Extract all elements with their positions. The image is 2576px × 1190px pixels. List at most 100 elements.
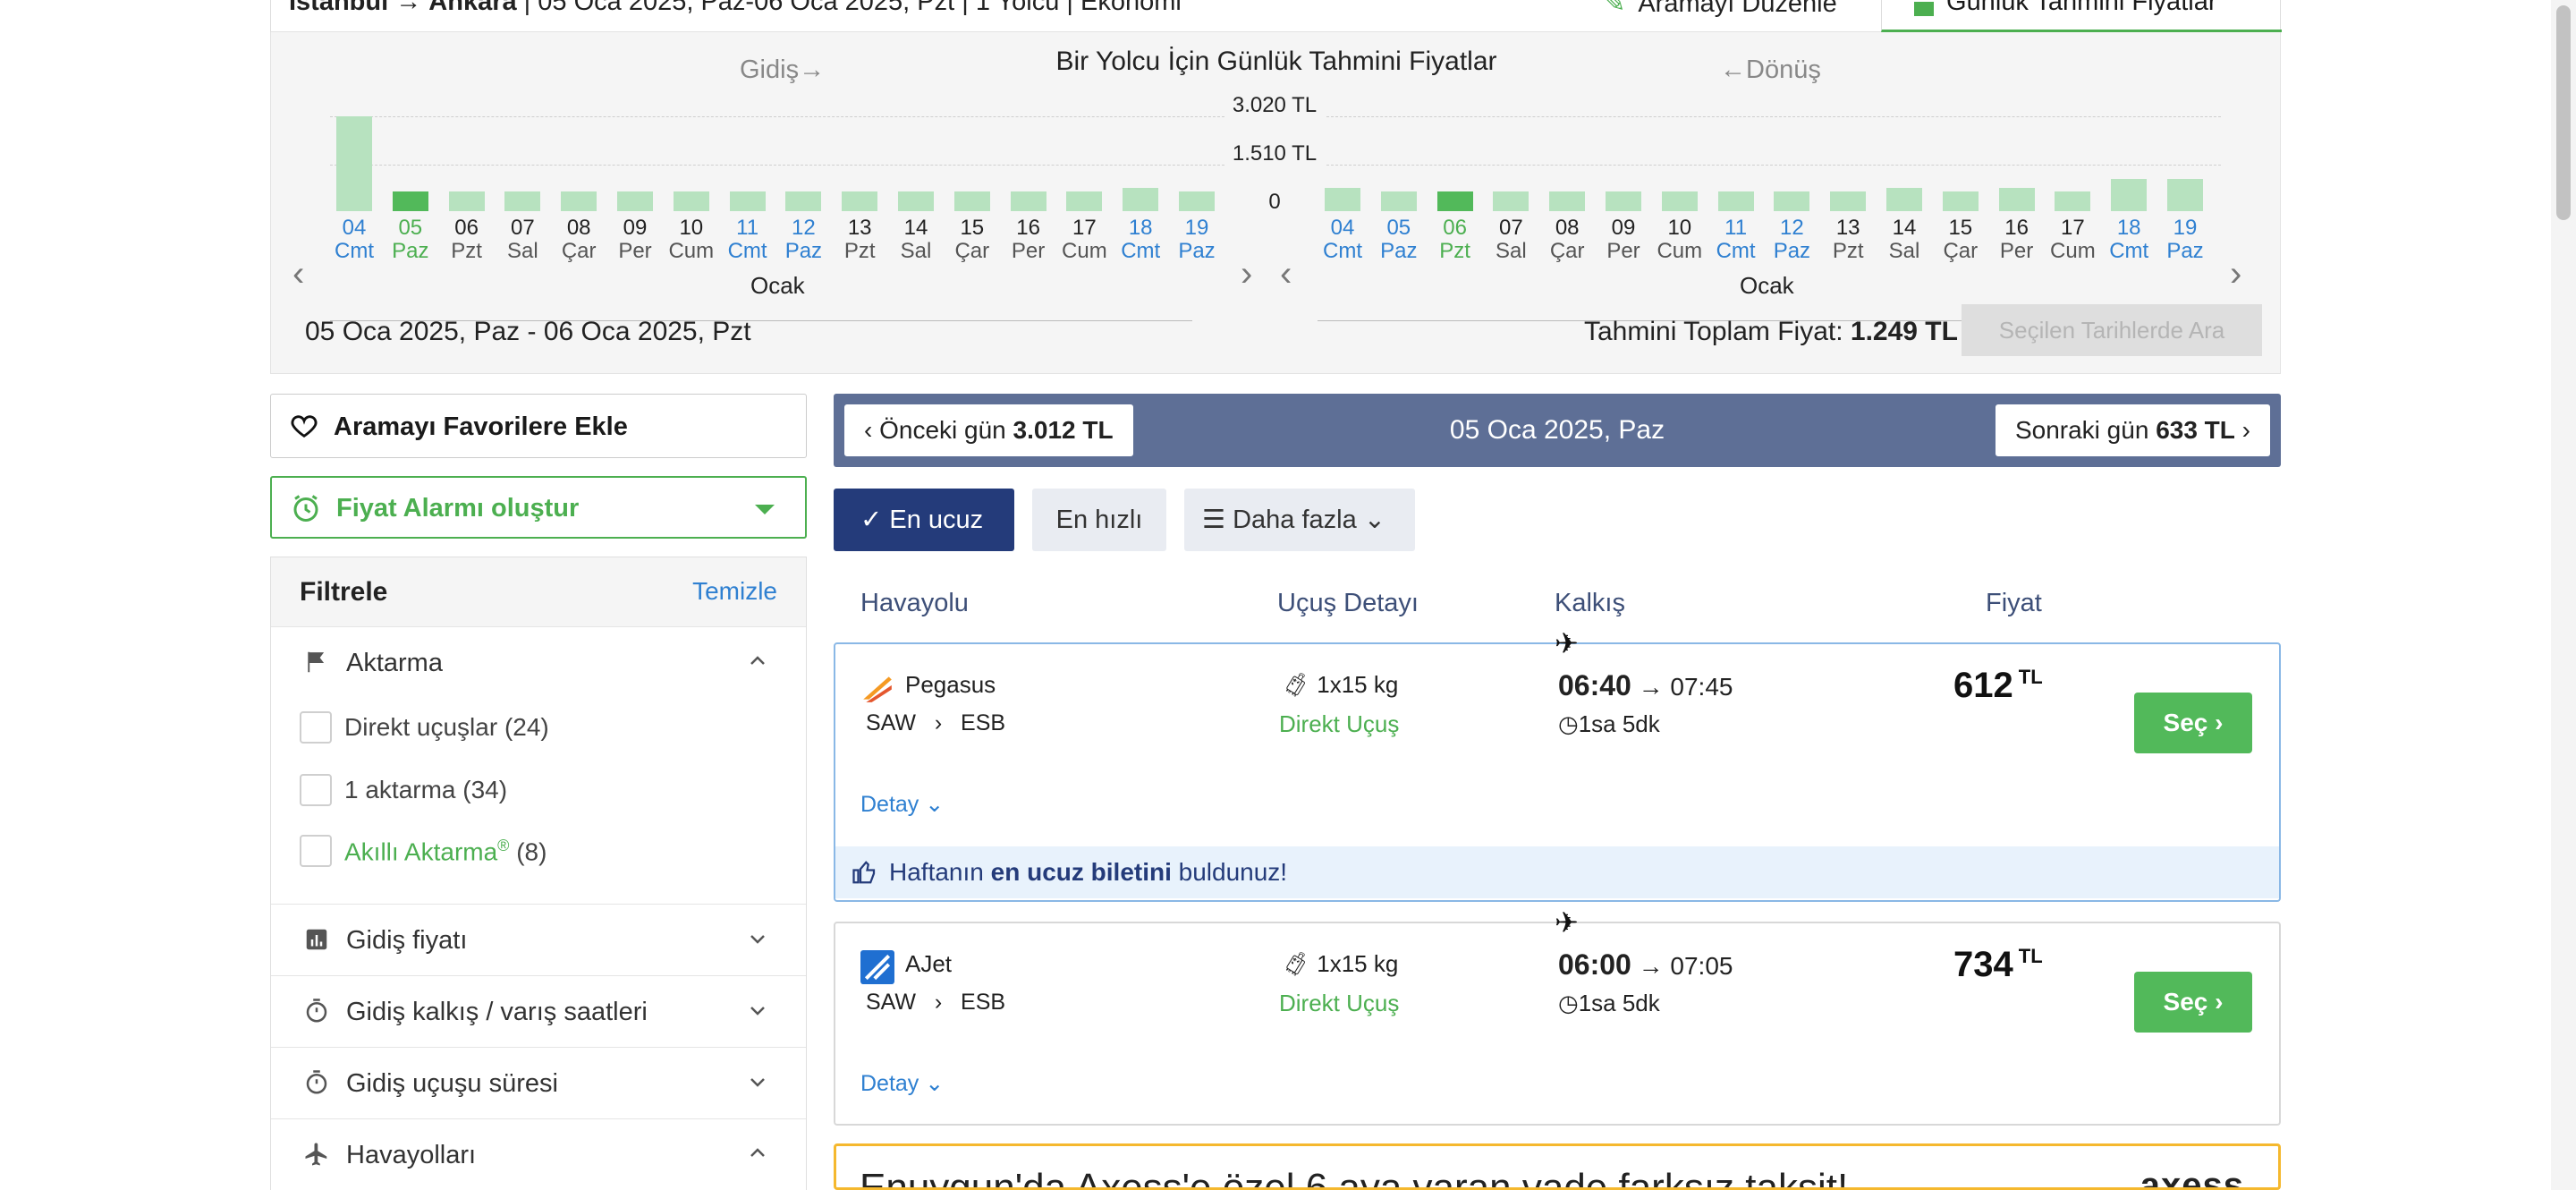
- direct-flights-checkbox[interactable]: [300, 711, 332, 744]
- outbound-day-label[interactable]: 06 Pzt: [439, 217, 495, 263]
- outbound-day-label[interactable]: 18 Cmt: [1113, 217, 1168, 263]
- column-header-detail: Uçuş Detayı: [1277, 589, 1419, 617]
- return-price-bar[interactable]: [1774, 191, 1810, 211]
- return-price-bar[interactable]: [2055, 191, 2091, 211]
- outbound-day-label[interactable]: 08 Çar: [551, 217, 606, 263]
- return-day-label[interactable]: 13 Pzt: [1820, 217, 1876, 263]
- outbound-next-arrow[interactable]: ›: [1241, 254, 1252, 294]
- return-day-label[interactable]: 11 Cmt: [1708, 217, 1764, 263]
- outbound-day-label[interactable]: 16 Per: [1001, 217, 1056, 263]
- select-flight-button[interactable]: Seç ›: [2134, 972, 2252, 1033]
- flight-price: 734 TL: [1953, 945, 2043, 984]
- return-price-bar[interactable]: [2167, 179, 2203, 211]
- gridline: [1326, 116, 2221, 117]
- flight-price: 612 TL: [1953, 666, 2043, 705]
- return-day-label[interactable]: 06 Pzt: [1428, 217, 1483, 263]
- outbound-price-bar[interactable]: [842, 191, 878, 211]
- one-stop-checkbox[interactable]: [300, 774, 332, 806]
- outbound-price-bar[interactable]: [1010, 191, 1046, 211]
- outbound-day-label[interactable]: 04 Cmt: [326, 217, 382, 263]
- return-day-label[interactable]: 14 Sal: [1877, 217, 1932, 263]
- outbound-price-bar[interactable]: [561, 191, 597, 211]
- next-day-button[interactable]: Sonraki gün 633 TL ›: [1995, 404, 2270, 456]
- outbound-day-label[interactable]: 13 Pzt: [832, 217, 887, 263]
- outbound-price-bar[interactable]: [617, 191, 653, 211]
- page-scrollbar-thumb[interactable]: [2556, 5, 2571, 220]
- sort-more-dropdown[interactable]: ☰ Daha fazla ⌄: [1184, 489, 1415, 551]
- return-price-bar[interactable]: [1493, 191, 1530, 211]
- clear-filters-link[interactable]: Temizle: [692, 577, 777, 606]
- filter-section-times[interactable]: Gidiş kalkış / varış saatleri: [271, 976, 806, 1048]
- outbound-price-bar[interactable]: [1066, 191, 1103, 211]
- outbound-day-label[interactable]: 15 Çar: [945, 217, 1000, 263]
- search-selected-dates-button[interactable]: Seçilen Tarihlerde Ara: [1962, 304, 2262, 356]
- outbound-prev-arrow[interactable]: ‹: [292, 254, 304, 294]
- outbound-price-bar[interactable]: [504, 191, 541, 211]
- return-day-label[interactable]: 18 Cmt: [2101, 217, 2157, 263]
- daily-price-tab[interactable]: Günlük Tahmini Fiyatlar: [1881, 0, 2282, 32]
- price-alarm-button[interactable]: Fiyat Alarmı oluştur: [270, 476, 807, 539]
- return-price-bar[interactable]: [1436, 191, 1473, 211]
- outbound-price-bar[interactable]: [336, 116, 372, 211]
- return-day-label[interactable]: 16 Per: [1989, 217, 2045, 263]
- select-flight-button[interactable]: Seç ›: [2134, 693, 2252, 753]
- outbound-day-label[interactable]: 05 Paz: [383, 217, 438, 263]
- return-day-label[interactable]: 10 Cum: [1652, 217, 1707, 263]
- outbound-price-bar[interactable]: [392, 191, 428, 211]
- sort-cheapest-button[interactable]: ✓ En ucuz: [834, 489, 1014, 551]
- return-price-bar[interactable]: [1998, 188, 2035, 211]
- outbound-price-bar[interactable]: [1123, 188, 1159, 211]
- return-price-bar[interactable]: [1717, 191, 1754, 211]
- outbound-price-bar[interactable]: [898, 191, 934, 211]
- ad-banner[interactable]: Enuygun'da Axess'e özel 6 aya varan vade…: [834, 1143, 2281, 1190]
- return-day-label[interactable]: 19 Paz: [2157, 217, 2213, 263]
- return-price-bar[interactable]: [1661, 191, 1698, 211]
- outbound-day-label[interactable]: 12 Paz: [775, 217, 831, 263]
- flight-detail-link[interactable]: Detay ⌄: [860, 791, 944, 818]
- outbound-day-label[interactable]: 07 Sal: [495, 217, 550, 263]
- return-day-label[interactable]: 15 Çar: [1933, 217, 1988, 263]
- return-price-bar[interactable]: [1606, 191, 1641, 211]
- outbound-day-label[interactable]: 09 Per: [607, 217, 663, 263]
- return-price-bar[interactable]: [1942, 191, 1979, 211]
- return-price-bar[interactable]: [1549, 191, 1586, 211]
- outbound-day-label[interactable]: 14 Sal: [888, 217, 944, 263]
- return-day-label[interactable]: 17 Cum: [2045, 217, 2100, 263]
- return-day-label[interactable]: 07 Sal: [1483, 217, 1538, 263]
- outbound-day-label[interactable]: 19 Paz: [1169, 217, 1224, 263]
- return-prev-arrow[interactable]: ‹: [1280, 254, 1292, 294]
- outbound-day-label[interactable]: 17 Cum: [1056, 217, 1112, 263]
- return-price-bar[interactable]: [1380, 191, 1417, 211]
- smart-transfer-checkbox[interactable]: [300, 835, 332, 867]
- outbound-price-bar[interactable]: [448, 191, 485, 211]
- outbound-price-bar[interactable]: [953, 191, 990, 211]
- filter-section-duration[interactable]: Gidiş uçuşu süresi: [271, 1048, 806, 1119]
- return-day-label[interactable]: 09 Per: [1596, 217, 1651, 263]
- outbound-price-bar[interactable]: [729, 191, 766, 211]
- sort-fastest-button[interactable]: En hızlı: [1032, 489, 1166, 551]
- direct-flights-label: Direkt uçuşlar (24): [344, 713, 549, 741]
- return-price-bar[interactable]: [1830, 191, 1867, 211]
- axess-logo: axess: [2140, 1166, 2244, 1190]
- return-day-label[interactable]: 04 Cmt: [1315, 217, 1370, 263]
- flight-detail-link[interactable]: Detay ⌄: [860, 1070, 944, 1097]
- outbound-day-label[interactable]: 11 Cmt: [720, 217, 775, 263]
- add-favorite-button[interactable]: Aramayı Favorilere Ekle: [270, 394, 807, 458]
- flight-times: 06:00 → 07:05: [1558, 948, 1733, 981]
- filter-section-airlines[interactable]: Havayolları: [271, 1119, 806, 1190]
- return-day-label[interactable]: 08 Çar: [1539, 217, 1595, 263]
- filter-section-price[interactable]: Gidiş fiyatı: [271, 905, 806, 976]
- return-next-arrow[interactable]: ›: [2230, 254, 2241, 294]
- edit-search-button[interactable]: ✎ Aramayı Düzenle: [1604, 0, 1837, 19]
- outbound-price-bar[interactable]: [673, 191, 709, 211]
- chevron-up-icon[interactable]: [747, 650, 768, 672]
- return-price-bar[interactable]: [1325, 188, 1360, 211]
- chevron-down-icon: [755, 505, 775, 514]
- outbound-day-label[interactable]: 10 Cum: [664, 217, 719, 263]
- outbound-price-bar[interactable]: [1179, 191, 1215, 211]
- return-day-label[interactable]: 05 Paz: [1371, 217, 1427, 263]
- return-day-label[interactable]: 12 Paz: [1764, 217, 1819, 263]
- return-price-bar[interactable]: [2111, 179, 2148, 211]
- outbound-price-bar[interactable]: [785, 191, 822, 211]
- return-price-bar[interactable]: [1886, 188, 1922, 211]
